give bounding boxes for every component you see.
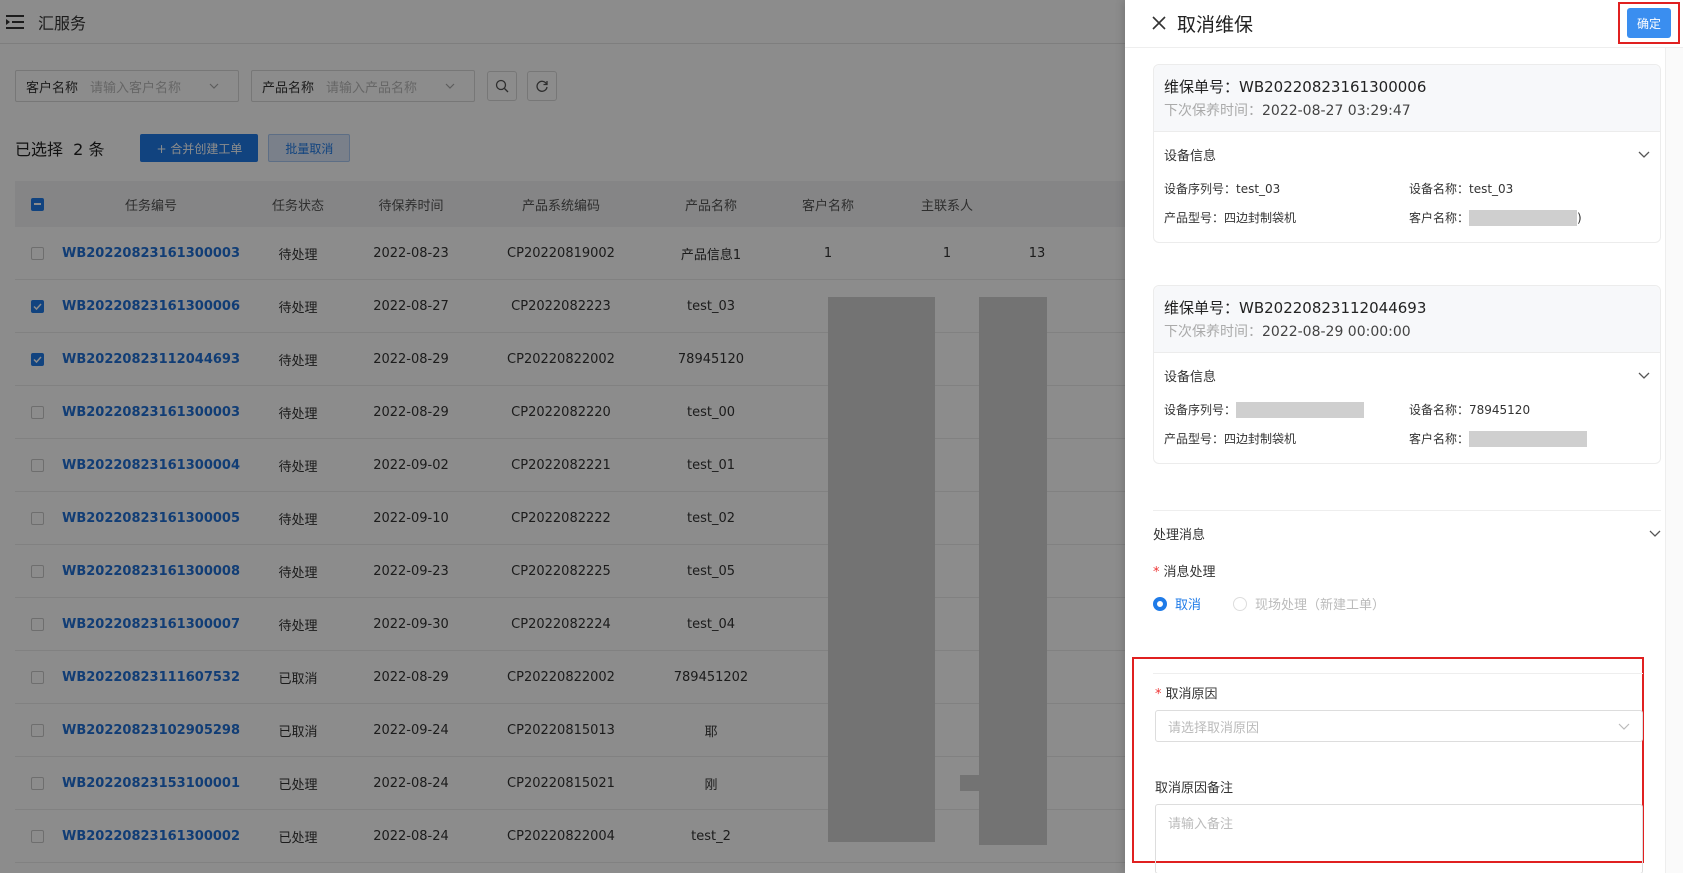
drawer-scrollbar[interactable] xyxy=(1665,48,1683,873)
chevron-down-icon xyxy=(1638,372,1650,379)
customer-name: 客户名称： xyxy=(1409,430,1654,447)
drawer-title: 取消维保 xyxy=(1177,14,1254,36)
redacted-value xyxy=(1469,430,1588,447)
device-info-grid: 设备序列号：test_03 设备名称：test_03 产品型号：四边封制袋机 客… xyxy=(1154,176,1660,242)
process-toggle[interactable]: 处理消息 xyxy=(1153,511,1661,555)
card-number: 维保单号：WB20220823161300006 xyxy=(1164,78,1427,96)
device-info-toggle[interactable]: 设备信息 xyxy=(1154,353,1660,397)
cancel-maintenance-drawer: 取消维保 确定 维保单号：WB20220823161300006 下次保养时间：… xyxy=(1125,0,1683,873)
process-radio-group: 取消 现场处理（新建工单） xyxy=(1153,594,1661,613)
chevron-down-icon xyxy=(1618,723,1630,730)
remark-field: 取消原因备注 请输入备注 xyxy=(1155,777,1643,873)
radio-cancel-label[interactable]: 取消 xyxy=(1175,594,1201,613)
confirm-button[interactable]: 确定 xyxy=(1627,8,1671,38)
device-info-title: 设备信息 xyxy=(1164,148,1217,164)
device-serial: 设备序列号：test_03 xyxy=(1164,182,1281,196)
redacted-value xyxy=(1469,209,1578,226)
cancel-reason-field: * 取消原因 请选择取消原因 xyxy=(1155,683,1643,742)
customer-name: 客户名称：) xyxy=(1409,209,1582,226)
chevron-down-icon xyxy=(1638,151,1650,158)
maintenance-card: 维保单号：WB20220823161300006 下次保养时间：2022-08-… xyxy=(1153,64,1661,243)
cancel-reason-label: 取消原因 xyxy=(1165,687,1218,702)
product-model: 产品型号：四边封制袋机 xyxy=(1164,432,1297,446)
cancel-reason-highlight: * 取消原因 请选择取消原因 取消原因备注 请输入备注 xyxy=(1132,657,1644,873)
remark-placeholder: 请输入备注 xyxy=(1168,817,1234,832)
device-serial: 设备序列号： xyxy=(1164,401,1409,418)
required-mark: * xyxy=(1153,565,1160,580)
redacted-value xyxy=(1236,401,1365,418)
card-time: 下次保养时间：2022-08-27 03:29:47 xyxy=(1164,103,1411,119)
drawer-header: 取消维保 确定 xyxy=(1125,0,1683,48)
remark-label: 取消原因备注 xyxy=(1155,781,1234,796)
chevron-down-icon xyxy=(1649,530,1661,537)
device-name: 设备名称：78945120 xyxy=(1409,403,1531,417)
device-name: 设备名称：test_03 xyxy=(1409,182,1514,196)
card-number: 维保单号：WB20220823112044693 xyxy=(1164,299,1427,317)
radio-cancel[interactable] xyxy=(1153,596,1167,611)
radio-onsite-label[interactable]: 现场处理（新建工单） xyxy=(1255,594,1385,613)
product-model: 产品型号：四边封制袋机 xyxy=(1164,211,1297,225)
process-section: 处理消息 * 消息处理 取消 现场处理（新建工单） xyxy=(1153,510,1661,613)
card-time: 下次保养时间：2022-08-29 00:00:00 xyxy=(1164,324,1411,340)
device-info-title: 设备信息 xyxy=(1164,369,1217,385)
confirm-highlight: 确定 xyxy=(1618,2,1680,44)
remark-textarea[interactable]: 请输入备注 xyxy=(1155,804,1643,873)
process-title: 处理消息 xyxy=(1153,527,1206,543)
process-label: 消息处理 xyxy=(1163,565,1216,580)
required-mark: * xyxy=(1155,687,1162,702)
cancel-reason-select[interactable]: 请选择取消原因 xyxy=(1155,710,1643,742)
cancel-reason-placeholder: 请选择取消原因 xyxy=(1168,720,1260,736)
modal-overlay[interactable] xyxy=(0,0,1125,873)
device-info-grid: 设备序列号： 设备名称：78945120 产品型号：四边封制袋机 客户名称： xyxy=(1154,397,1660,463)
radio-onsite[interactable] xyxy=(1233,596,1248,611)
close-icon[interactable] xyxy=(1151,15,1167,31)
maintenance-card: 维保单号：WB20220823112044693 下次保养时间：2022-08-… xyxy=(1153,285,1661,464)
device-info-toggle[interactable]: 设备信息 xyxy=(1154,132,1660,176)
